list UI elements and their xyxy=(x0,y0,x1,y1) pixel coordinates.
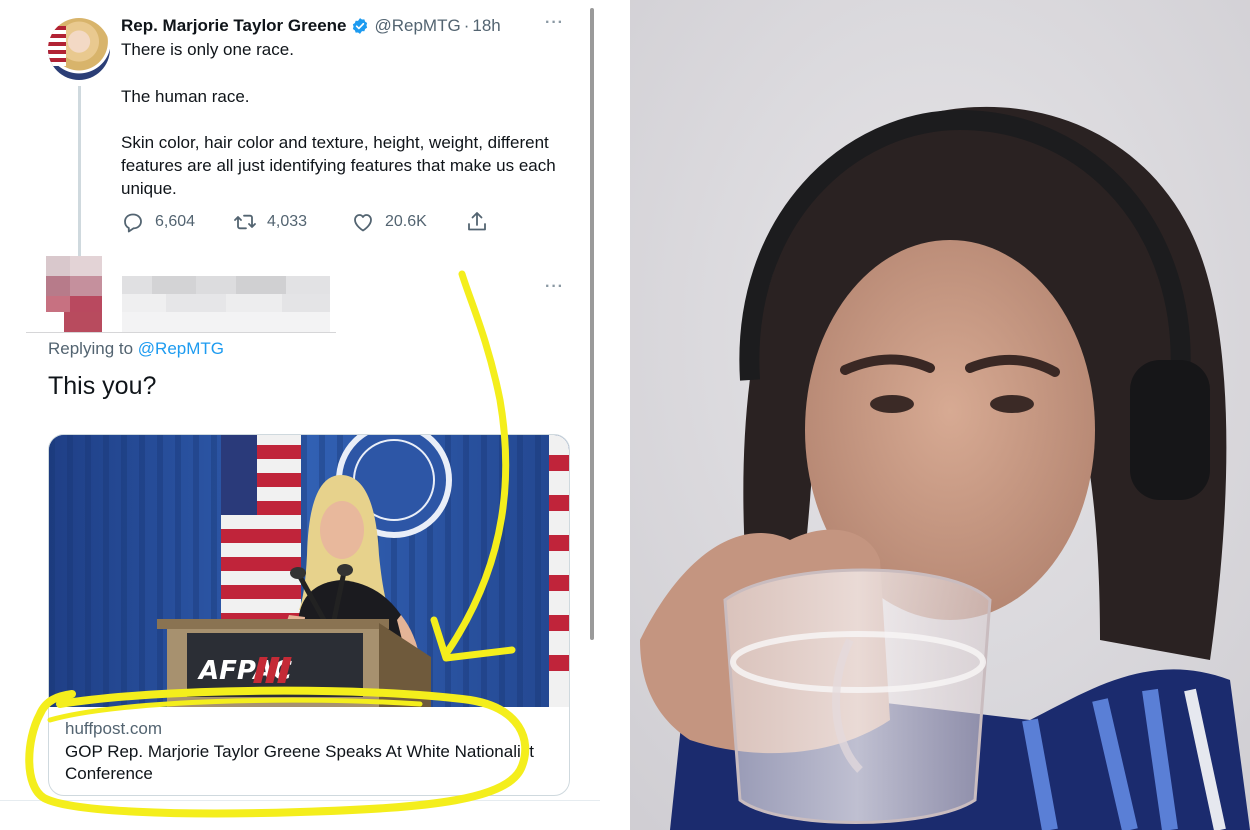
like-button[interactable]: 20.6K xyxy=(351,210,427,234)
link-card-title[interactable]: GOP Rep. Marjorie Taylor Greene Speaks A… xyxy=(65,741,535,785)
reply-text: This you? xyxy=(48,372,157,400)
reply-more-options-icon[interactable]: ··· xyxy=(545,278,564,296)
flag-in-avatar xyxy=(48,26,66,66)
verified-badge-icon xyxy=(353,18,368,34)
share-icon xyxy=(468,212,486,231)
tweet-timestamp[interactable]: 18h xyxy=(472,16,500,36)
thread-connector-line xyxy=(78,86,81,258)
retweet-icon xyxy=(234,214,256,230)
like-count: 20.6K xyxy=(385,213,427,230)
tweet-more-options-icon[interactable]: ··· xyxy=(545,14,564,32)
retweet-button[interactable]: 4,033 xyxy=(233,210,307,234)
tweet-text-paragraph: Skin color, hair color and texture, heig… xyxy=(121,133,556,198)
replying-to-line: Replying to @RepMTG xyxy=(48,339,224,359)
replying-to-prefix: Replying to xyxy=(48,339,134,358)
reply-icon xyxy=(124,213,142,233)
tweet-action-bar: 6,604 4,033 20.6K xyxy=(121,210,501,236)
tweet-text-line: The human race. xyxy=(121,87,250,106)
pixelated-redaction xyxy=(26,256,336,334)
reply-count: 6,604 xyxy=(155,213,196,230)
reply-button[interactable]: 6,604 xyxy=(121,210,195,234)
link-card-domain: huffpost.com xyxy=(65,719,163,738)
author-handle[interactable]: @RepMTG xyxy=(374,16,460,36)
reaction-photo xyxy=(630,0,1250,830)
share-button[interactable] xyxy=(465,210,499,234)
link-preview-image: AFPAC xyxy=(49,435,569,707)
tweet-text-line: There is only one race. xyxy=(121,40,294,59)
replying-to-handle-link[interactable]: @RepMTG xyxy=(138,339,224,358)
author-avatar[interactable] xyxy=(48,18,110,80)
panel-divider xyxy=(620,0,630,830)
tweet-header: Rep. Marjorie Taylor Greene @RepMTG · 18… xyxy=(121,16,501,36)
divider xyxy=(0,800,600,801)
author-name[interactable]: Rep. Marjorie Taylor Greene xyxy=(121,16,346,36)
tweet-thread-screenshot: Rep. Marjorie Taylor Greene @RepMTG · 18… xyxy=(0,0,620,830)
link-preview-card[interactable]: AFPAC huffpost.com GOP Rep. Marjorie Tay… xyxy=(48,434,570,796)
retweet-count: 4,033 xyxy=(267,213,308,230)
header-separator: · xyxy=(463,16,470,35)
scrollbar[interactable] xyxy=(590,8,594,640)
like-icon xyxy=(354,214,372,232)
